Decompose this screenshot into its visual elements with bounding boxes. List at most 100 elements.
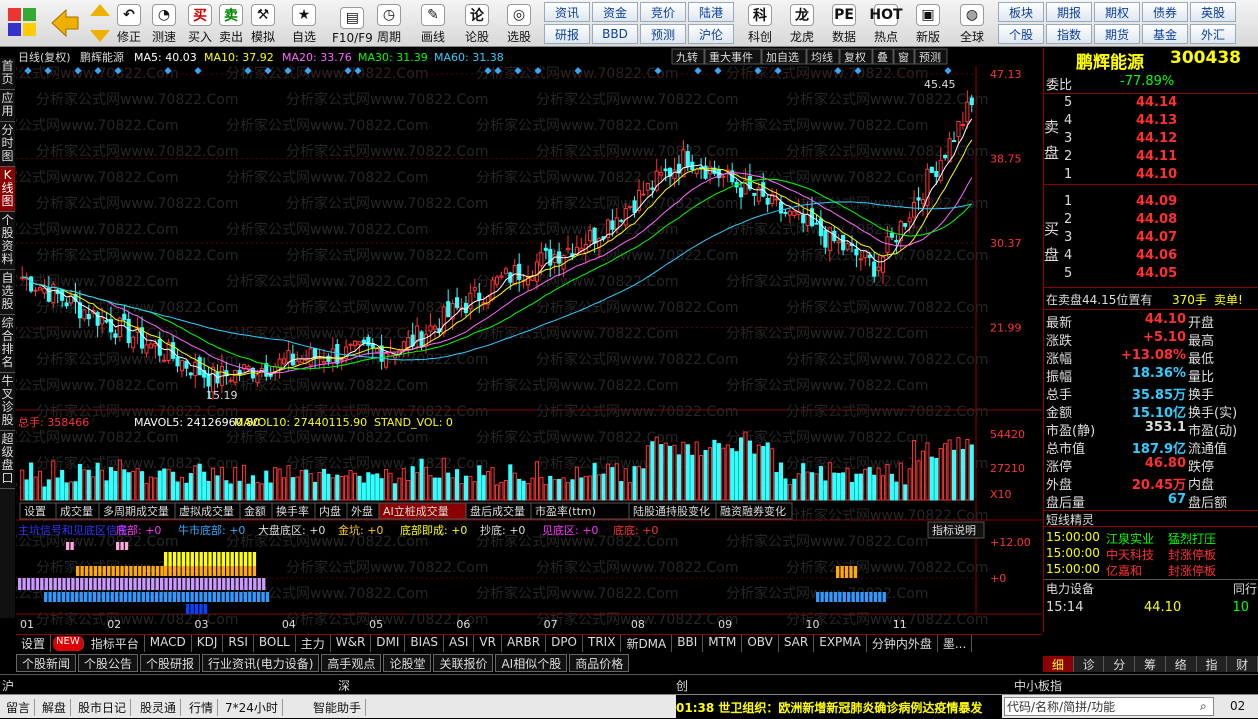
indicator-tab[interactable]: W&R (331, 635, 372, 652)
sector-peer-tab[interactable]: 同行 (1233, 580, 1257, 597)
indicator-tab[interactable]: 分钟内外盘 (867, 635, 938, 652)
news-tab[interactable]: 个股新闻 (16, 654, 77, 672)
order-level[interactable]: 2 44.08 (1044, 212, 1258, 230)
indicator-tab[interactable]: VR (474, 635, 502, 652)
search-icon[interactable]: ⌕ (1200, 699, 1207, 714)
toolbar-buy-button[interactable]: 买买入 (188, 2, 212, 45)
news-tab[interactable]: 行业资讯(电力设备) (202, 654, 320, 672)
grid-button[interactable]: 指数 (1046, 24, 1092, 44)
vtab-0[interactable]: 首页 (0, 58, 15, 90)
grid-button[interactable]: BBD (592, 24, 638, 44)
grid-button[interactable]: 陆港 (688, 2, 734, 22)
order-level[interactable]: 4 44.06 (1044, 248, 1258, 266)
vtab-3[interactable]: K线图 (0, 167, 15, 212)
order-level[interactable]: 5 44.05 (1044, 266, 1258, 284)
indicator-tab[interactable]: DMI (371, 635, 406, 652)
indicator-tab[interactable]: SAR (779, 635, 815, 652)
toolbar-kechuang-button[interactable]: 科科创 (748, 2, 772, 45)
indicator-tab[interactable]: MACD (145, 635, 192, 652)
news-tab[interactable]: 个股研报 (140, 654, 201, 672)
grid-button[interactable]: 预测 (640, 24, 686, 44)
indicator-tab[interactable]: 新DMA (621, 635, 673, 652)
indicator-tab[interactable]: BIAS (405, 635, 445, 652)
toolbar-period-button[interactable]: ◷ 周期 (377, 2, 401, 45)
indicator-tab[interactable]: DPO (546, 635, 583, 652)
indicator-tab[interactable]: EXPMA (814, 635, 867, 652)
grid-button[interactable]: 期报 (1046, 2, 1092, 22)
vtab-1[interactable]: 应用 (0, 90, 15, 122)
order-level[interactable]: 1 44.09 (1044, 194, 1258, 212)
footer-tab[interactable]: 智能助手 (309, 699, 367, 716)
grid-button[interactable]: 期权 (1094, 2, 1140, 22)
grid-button[interactable]: 沪伦 (688, 24, 734, 44)
kline-chart[interactable]: 分析家公式网www.70822.Com 分析家公式网www.70822.Com 分析… (16, 48, 1042, 632)
footer-tab[interactable]: 股灵通 (136, 699, 182, 716)
news-tab[interactable]: 商品价格 (569, 654, 630, 672)
toolbar-simulate-button[interactable]: ⚒ 模拟 (251, 2, 275, 45)
grid-button[interactable]: 基金 (1142, 24, 1188, 44)
indicator-tab[interactable]: KDJ (192, 635, 224, 652)
indicator-tab[interactable]: BOLL (254, 635, 296, 652)
indicator-tab[interactable]: RSI (223, 635, 254, 652)
indicator-tab[interactable]: TRIX (583, 635, 622, 652)
news-tab[interactable]: 个股公告 (78, 654, 139, 672)
toolbar-dragon-button[interactable]: 龙龙虎 (790, 2, 814, 45)
toolbar-select-button[interactable]: ◎ 选股 (507, 2, 531, 45)
up-down-arrows-icon[interactable] (88, 2, 112, 44)
grid-button[interactable]: 债券 (1142, 2, 1188, 22)
status-sz[interactable]: 深 (338, 677, 350, 694)
indicator-tab[interactable]: OBV (742, 635, 779, 652)
panel-tab[interactable]: 指 (1196, 656, 1228, 672)
panel-tab[interactable]: 络 (1165, 656, 1197, 672)
indicator-tab[interactable]: 主力 (296, 635, 331, 652)
grid-button[interactable]: 英股 (1190, 2, 1236, 22)
indicator-tab[interactable]: 指标平台 (86, 635, 145, 652)
vtab-2[interactable]: 分时图 (0, 122, 15, 167)
vtab-8[interactable]: 超级盘口 (0, 431, 15, 489)
news-tab[interactable]: 论股堂 (383, 654, 432, 672)
toolbar-speed-button[interactable]: ◔ 测速 (152, 2, 176, 45)
order-level[interactable]: 2 44.11 (1044, 149, 1258, 167)
back-arrow-icon[interactable] (48, 4, 80, 42)
toolbar-undo-button[interactable]: ↶ 修正 (117, 2, 141, 45)
order-level[interactable]: 3 44.07 (1044, 230, 1258, 248)
news-item[interactable]: 15:00:00 亿嘉和 封涨停板 (1044, 562, 1258, 580)
order-level[interactable]: 5 44.14 (1044, 95, 1258, 113)
indicator-tab[interactable]: 墨... (938, 635, 973, 652)
panel-tab[interactable]: 细 (1043, 656, 1074, 672)
status-sh[interactable]: 沪 (2, 677, 14, 694)
toolbar-watchlist-button[interactable]: ★ 自选 (292, 2, 316, 45)
grid-button[interactable]: 外汇 (1190, 24, 1236, 44)
indicator-tab[interactable]: 设置 (16, 635, 52, 652)
indicator-tab[interactable]: ASI (444, 635, 475, 652)
toolbar-draw-button[interactable]: ✎ 画线 (421, 2, 445, 45)
grid-button[interactable]: 资金 (592, 2, 638, 22)
toolbar-discuss-button[interactable]: 论论股 (465, 2, 489, 45)
footer-tab[interactable]: 股市日记 (74, 699, 132, 716)
footer-tab[interactable]: 解盘 (38, 699, 72, 716)
indicator-tab[interactable]: MTM (703, 635, 743, 652)
vtab-4[interactable]: 个股资料 (0, 212, 15, 270)
news-tab[interactable]: 关联报价 (433, 654, 494, 672)
order-level[interactable]: 3 44.12 (1044, 131, 1258, 149)
vtab-7[interactable]: 牛叉诊股 (0, 373, 15, 431)
panel-tab[interactable]: 筹 (1135, 656, 1166, 672)
status-cy[interactable]: 创 (676, 677, 688, 694)
news-tab[interactable]: 高手观点 (321, 654, 382, 672)
grid-button[interactable]: 板块 (998, 2, 1044, 22)
toolbar-data-button[interactable]: PE 数据 (832, 2, 856, 45)
footer-tab[interactable]: 留言 (2, 699, 36, 716)
vtab-5[interactable]: 自选股 (0, 270, 15, 315)
grid-button[interactable]: 竞价 (640, 2, 686, 22)
footer-tab[interactable]: 7*24小时 (221, 699, 283, 716)
toolbar-sell-button[interactable]: 卖卖出 (219, 2, 243, 45)
order-level[interactable]: 1 44.10 (1044, 167, 1258, 185)
toolbar-globe-button[interactable]: ◍ 全球 (960, 2, 984, 45)
vtab-6[interactable]: 综合排名 (0, 315, 15, 373)
search-input[interactable]: 代码/名称/简拼/功能 (1004, 697, 1214, 716)
order-level[interactable]: 4 44.13 (1044, 113, 1258, 131)
news-tab[interactable]: AI相似个股 (495, 654, 568, 672)
toolbar-f10-button[interactable]: ▤ F10/F9 (332, 2, 373, 45)
toolbar-new-version-button[interactable]: ▣ 新版 (916, 2, 940, 45)
news-ticker[interactable]: 01:38 世卫组织：欧洲新增新冠肺炎确诊病例达疫情暴发 (676, 695, 1002, 719)
